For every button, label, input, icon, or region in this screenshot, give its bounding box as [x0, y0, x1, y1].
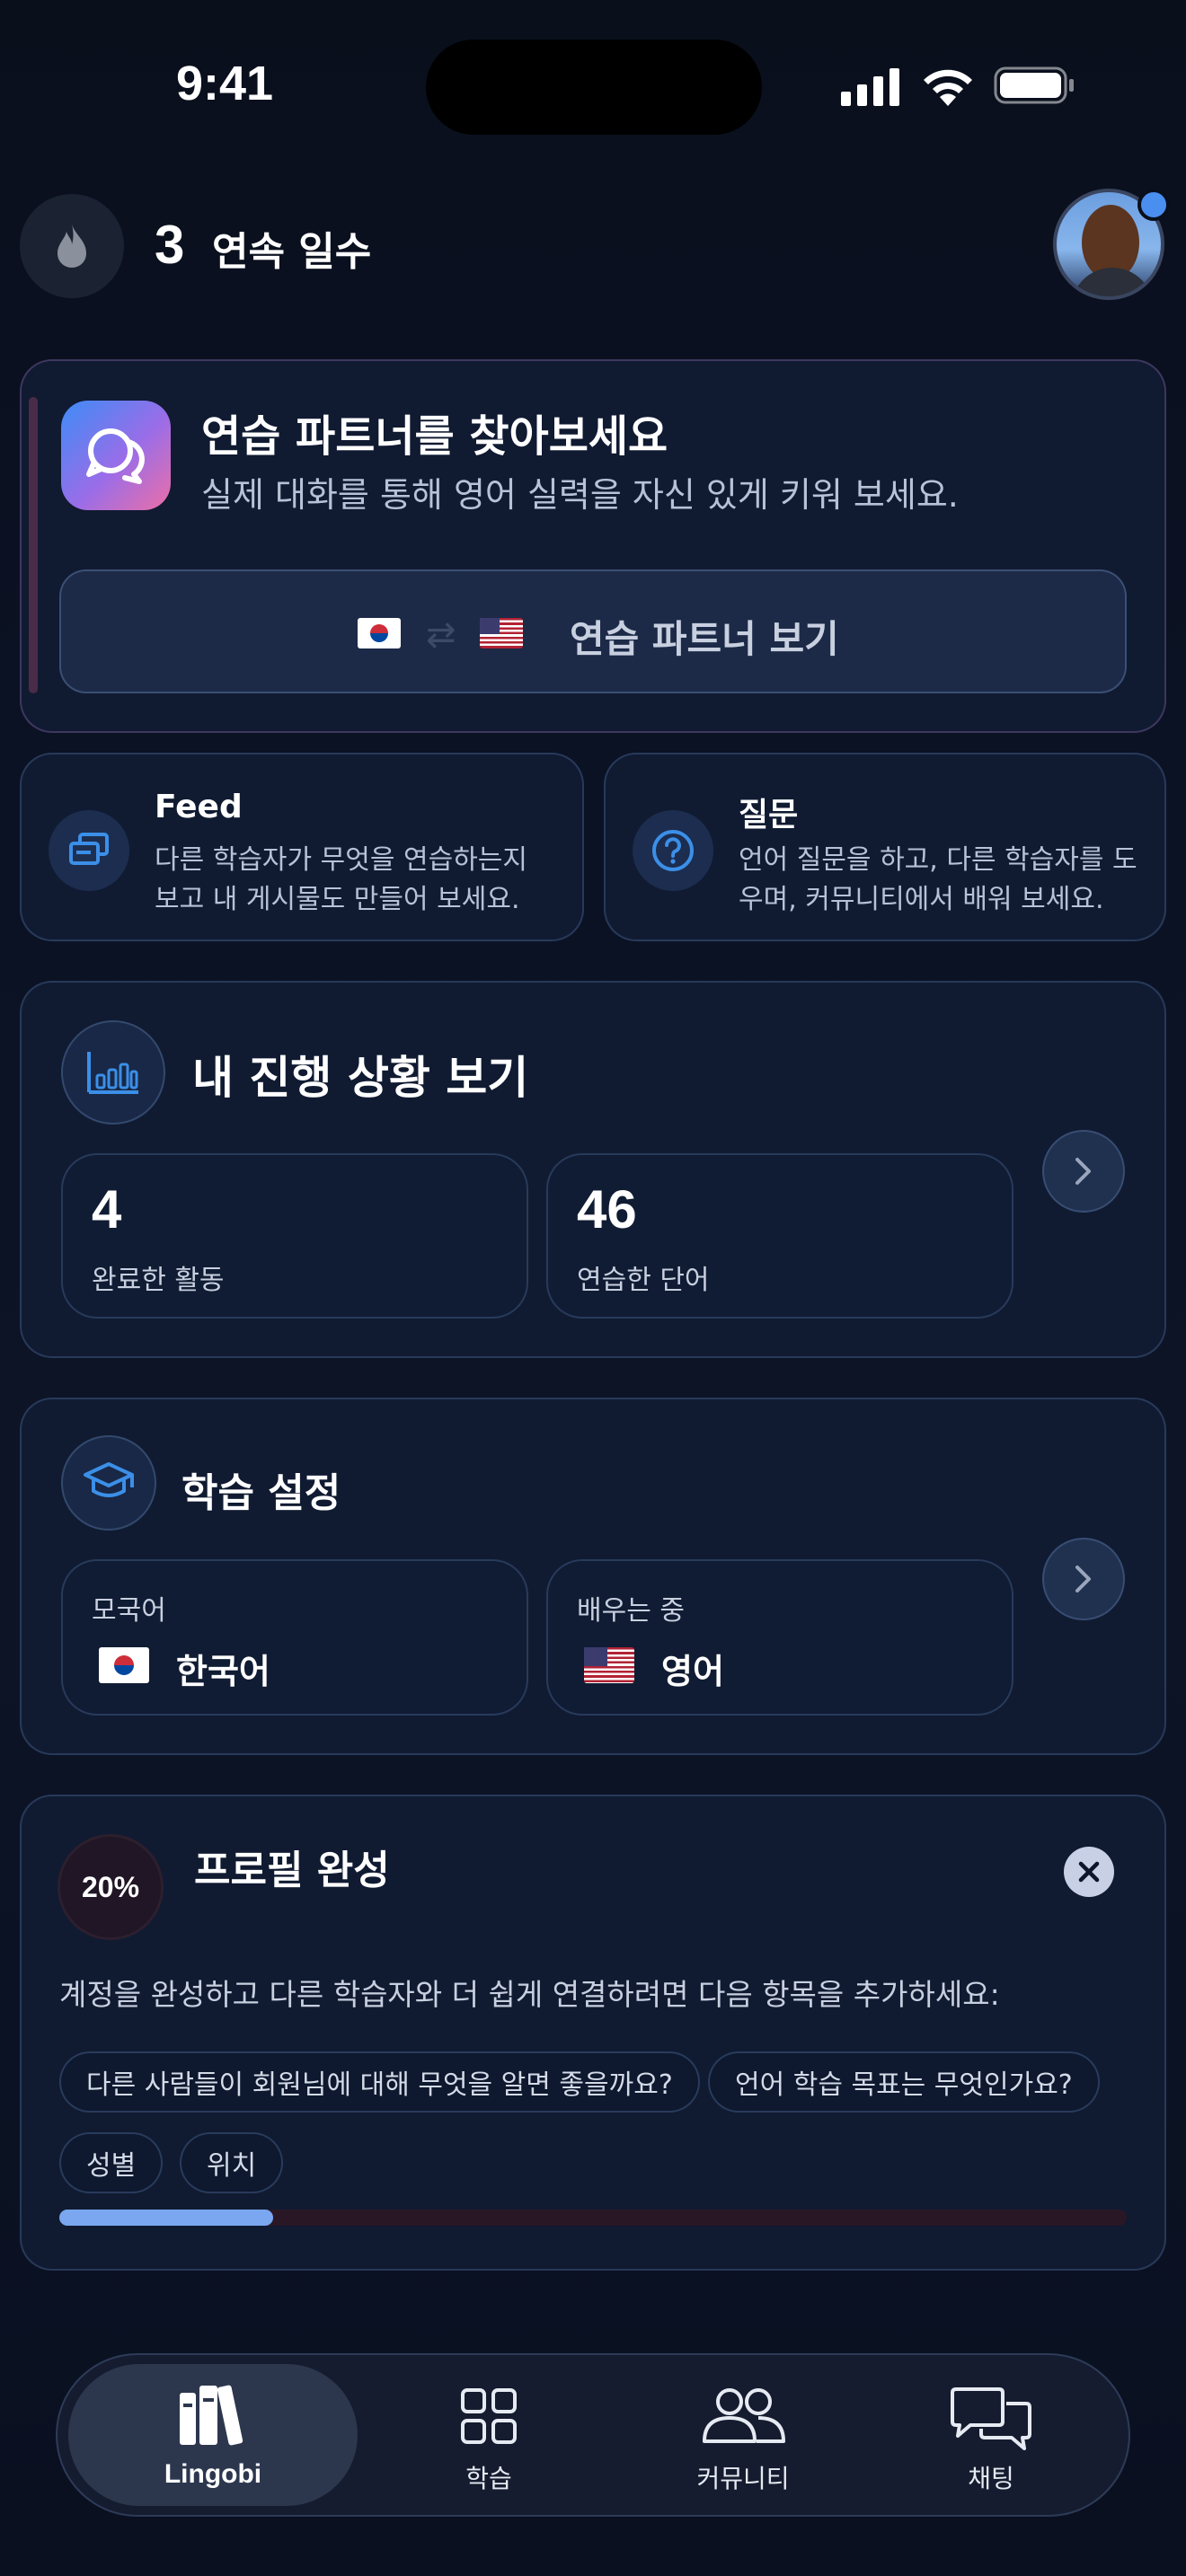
partner-card-title: 연습 파트너를 찾아보세요	[201, 411, 668, 462]
learning-language-box: 배우는 중 영어	[546, 1559, 1013, 1716]
wifi-icon	[920, 65, 976, 110]
learning-language-label: 배우는 중	[577, 1595, 685, 1627]
people-icon	[703, 2388, 785, 2443]
stacked-posts-icon	[69, 833, 109, 865]
close-icon	[1078, 1861, 1100, 1883]
profile-chip[interactable]: 다른 사람들이 회원님에 대해 무엇을 알면 좋을까요?	[59, 2051, 700, 2113]
native-language-box: 모국어 한국어	[61, 1559, 528, 1716]
profile-progress-fill	[59, 2210, 273, 2226]
chat-bubbles-icon	[86, 428, 145, 484]
grid-icon	[461, 2388, 517, 2444]
tab-label-community: 커뮤니티	[696, 2464, 790, 2493]
feed-desc-line2: 보고 내 게시물도 만들어 보세요.	[155, 884, 520, 915]
chat-app-icon	[61, 401, 171, 510]
us-flag-icon	[584, 1647, 634, 1683]
tab-chat[interactable]: 채팅	[879, 2364, 1103, 2506]
learning-language-value: 영어	[661, 1652, 724, 1691]
streak-count: 3	[155, 215, 185, 275]
chevron-right-icon	[1075, 1158, 1091, 1185]
flame-icon	[58, 225, 86, 268]
tab-label-learn: 학습	[465, 2464, 512, 2493]
question-mark-icon	[652, 830, 694, 871]
tab-label-lingobi: Lingobi	[164, 2459, 262, 2489]
stat-value: 46	[577, 1179, 637, 1239]
korea-flag-icon	[99, 1647, 149, 1683]
question-title: 질문	[739, 797, 799, 834]
tab-label-chat: 채팅	[968, 2464, 1014, 2493]
native-language-label: 모국어	[92, 1595, 166, 1627]
cap-icon-circle	[61, 1435, 156, 1531]
card-accent-bar	[29, 397, 38, 693]
swap-arrows-icon: ⇄	[426, 614, 456, 656]
tab-learn[interactable]: 학습	[381, 2364, 597, 2506]
profile-chip[interactable]: 언어 학습 목표는 무엇인가요?	[708, 2051, 1100, 2113]
bar-chart-icon	[87, 1052, 138, 1094]
dynamic-island	[426, 40, 762, 135]
progress-chevron-button[interactable]	[1042, 1130, 1125, 1213]
question-desc-line1: 언어 질문을 하고, 다른 학습자를 도	[739, 844, 1137, 876]
feed-icon-circle	[49, 810, 129, 891]
percent-label: 20%	[81, 1870, 140, 1903]
view-partners-button[interactable]: ⇄ 연습 파트너 보기	[59, 569, 1127, 693]
learning-settings-card[interactable]: 학습 설정 모국어 한국어 배우는 중 영어	[20, 1398, 1166, 1755]
chat-bubbles-icon	[951, 2387, 1031, 2450]
status-bar: 9:41	[0, 0, 1186, 171]
profile-chip[interactable]: 위치	[180, 2132, 284, 2193]
stat-label: 완료한 활동	[92, 1265, 225, 1296]
native-language-value: 한국어	[176, 1652, 270, 1691]
korea-flag-icon	[358, 618, 401, 648]
status-time: 9:41	[176, 57, 274, 110]
feed-title: Feed	[155, 789, 243, 825]
streak-label: 연속 일수	[212, 229, 372, 275]
question-desc-line2: 우며, 커뮤니티에서 배워 보세요.	[739, 884, 1104, 915]
battery-icon	[994, 66, 1075, 108]
stat-label: 연습한 단어	[577, 1265, 710, 1296]
settings-card-title: 학습 설정	[181, 1470, 341, 1516]
stat-value: 4	[92, 1179, 122, 1239]
question-icon-circle	[633, 810, 713, 891]
tab-community[interactable]: 커뮤니티	[622, 2364, 864, 2506]
profile-chip[interactable]: 성별	[59, 2132, 164, 2193]
unread-dot	[1137, 189, 1170, 221]
progress-card[interactable]: 내 진행 상황 보기 4 완료한 활동 46 연습한 단어	[20, 981, 1166, 1358]
question-card[interactable]: 질문 언어 질문을 하고, 다른 학습자를 도 우며, 커뮤니티에서 배워 보세…	[604, 753, 1166, 941]
percent-ring: 20%	[58, 1834, 164, 1940]
feed-card[interactable]: Feed 다른 학습자가 무엇을 연습하는지 보고 내 게시물도 만들어 보세요…	[20, 753, 584, 941]
profile-completion-card: 20% 프로필 완성 계정을 완성하고 다른 학습자와 더 쉽게 연결하려면 다…	[20, 1795, 1166, 2271]
profile-card-description: 계정을 완성하고 다른 학습자와 더 쉽게 연결하려면 다음 항목을 추가하세요…	[59, 1977, 1000, 2012]
graduation-cap-icon	[84, 1462, 134, 1497]
streak-flame-button[interactable]	[20, 194, 124, 298]
settings-chevron-button[interactable]	[1042, 1538, 1125, 1620]
dismiss-button[interactable]	[1064, 1847, 1114, 1897]
stat-completed-activities: 4 완료한 활동	[61, 1153, 528, 1319]
books-icon	[180, 2385, 243, 2446]
feed-desc-line1: 다른 학습자가 무엇을 연습하는지	[155, 844, 528, 876]
view-partners-label: 연습 파트너 보기	[570, 617, 839, 661]
tab-lingobi[interactable]: Lingobi	[68, 2364, 358, 2506]
us-flag-icon	[480, 618, 523, 648]
cellular-signal-icon	[841, 68, 902, 110]
chart-icon-circle	[61, 1020, 165, 1125]
profile-progress-track	[59, 2210, 1127, 2226]
partner-card-subtitle: 실제 대화를 통해 영어 실력을 자신 있게 키워 보세요.	[201, 475, 959, 515]
chevron-right-icon	[1075, 1566, 1091, 1592]
progress-card-title: 내 진행 상황 보기	[192, 1052, 529, 1104]
tab-bar: Lingobi 학습 커뮤니티 채팅	[56, 2353, 1130, 2517]
profile-card-title: 프로필 완성	[194, 1848, 390, 1893]
stat-practiced-words: 46 연습한 단어	[546, 1153, 1013, 1319]
